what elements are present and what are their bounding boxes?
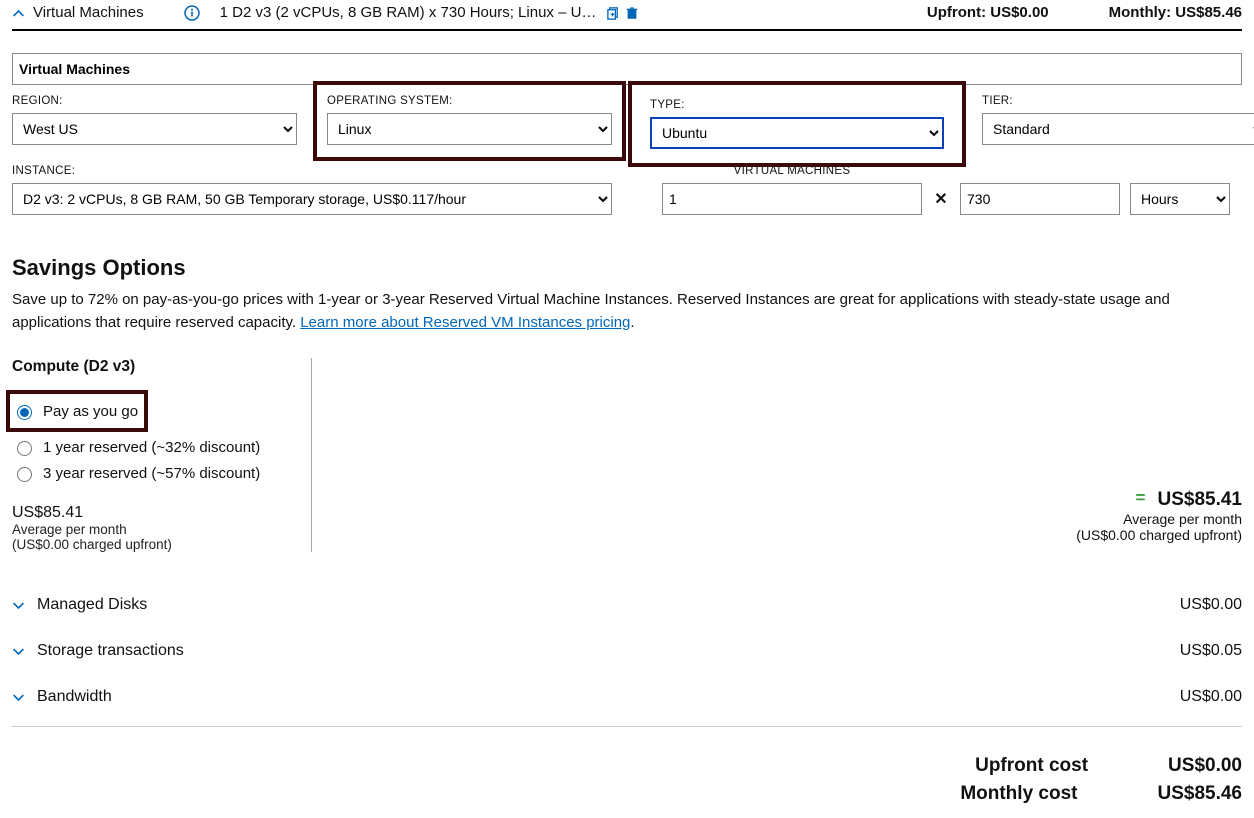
region-select[interactable]: West US bbox=[12, 113, 297, 145]
instance-label: INSTANCE: bbox=[12, 165, 612, 177]
multiply-icon: ✕ bbox=[932, 189, 950, 215]
vm-name-input[interactable] bbox=[12, 53, 1242, 85]
type-label: TYPE: bbox=[650, 99, 944, 111]
vm-count-input[interactable] bbox=[662, 183, 922, 215]
tier-label: TIER: bbox=[982, 95, 1254, 107]
os-field: OPERATING SYSTEM: Linux bbox=[327, 95, 612, 151]
trash-icon[interactable] bbox=[625, 4, 639, 21]
compute-title: Compute (D2 v3) bbox=[12, 358, 291, 376]
accordion-value: US$0.00 bbox=[1180, 688, 1242, 706]
tier-select[interactable]: Standard bbox=[982, 113, 1254, 145]
vm-count-field: VIRTUAL MACHINES bbox=[662, 165, 922, 215]
total-upfront-label: Upfront cost bbox=[975, 755, 1088, 777]
compute-price-left: US$85.41 Average per month (US$0.00 char… bbox=[12, 504, 291, 552]
copy-icon[interactable] bbox=[606, 4, 621, 21]
radio-1yr[interactable] bbox=[17, 441, 32, 456]
monthly-label: Monthly: bbox=[1109, 4, 1171, 21]
hours-input[interactable] bbox=[960, 183, 1120, 215]
price-upfront: (US$0.00 charged upfront) bbox=[12, 537, 291, 552]
option-3yr[interactable]: 3 year reserved (~57% discount) bbox=[12, 462, 291, 484]
chevron-down-icon bbox=[12, 688, 25, 706]
chevron-down-icon bbox=[12, 642, 25, 660]
region-field: REGION: West US bbox=[12, 95, 297, 151]
accordion-value: US$0.05 bbox=[1180, 642, 1242, 660]
header-title: Virtual Machines bbox=[33, 4, 144, 21]
reserved-pricing-link[interactable]: Learn more about Reserved VM Instances p… bbox=[300, 314, 630, 331]
equals-icon: = bbox=[1136, 488, 1146, 507]
total-monthly-value: US$85.46 bbox=[1157, 783, 1242, 805]
hours-unit-field: Hours bbox=[1130, 165, 1230, 215]
header-row: Virtual Machines 1 D2 v3 (2 vCPUs, 8 GB … bbox=[12, 0, 1242, 31]
upfront-value: US$0.00 bbox=[990, 4, 1048, 21]
radio-payg[interactable] bbox=[17, 405, 32, 420]
config-summary-text: 1 D2 v3 (2 vCPUs, 8 GB RAM) x 730 Hours;… bbox=[220, 4, 597, 21]
header-monthly: Monthly: US$85.46 bbox=[1109, 4, 1242, 21]
savings-heading: Savings Options bbox=[12, 255, 1242, 281]
total-upfront-value: US$0.00 bbox=[1168, 755, 1242, 777]
highlight-os: OPERATING SYSTEM: Linux bbox=[313, 81, 626, 161]
type-field: TYPE: Ubuntu bbox=[642, 95, 952, 151]
accordion-storage-transactions[interactable]: Storage transactions US$0.05 bbox=[12, 628, 1242, 674]
option-1yr[interactable]: 1 year reserved (~32% discount) bbox=[12, 436, 291, 458]
savings-description: Save up to 72% on pay-as-you-go prices w… bbox=[12, 289, 1242, 334]
totals: Upfront cost US$0.00 Monthly cost US$85.… bbox=[12, 726, 1242, 805]
type-select[interactable]: Ubuntu bbox=[650, 117, 944, 149]
price-avg: Average per month bbox=[12, 522, 291, 537]
instance-field: INSTANCE: D2 v3: 2 vCPUs, 8 GB RAM, 50 G… bbox=[12, 165, 612, 215]
accordion-managed-disks[interactable]: Managed Disks US$0.00 bbox=[12, 582, 1242, 628]
monthly-value: US$85.46 bbox=[1175, 4, 1242, 21]
cost-accordions: Managed Disks US$0.00 Storage transactio… bbox=[12, 582, 1242, 720]
price-amount: US$85.41 bbox=[12, 504, 291, 522]
price-amount-right: US$85.41 bbox=[1157, 489, 1242, 510]
header-upfront: Upfront: US$0.00 bbox=[927, 4, 1049, 21]
chevron-down-icon bbox=[12, 596, 25, 614]
highlight-payg: Pay as you go bbox=[6, 390, 148, 432]
region-label: REGION: bbox=[12, 95, 297, 107]
hours-unit-select[interactable]: Hours bbox=[1130, 183, 1230, 215]
collapse-icon[interactable] bbox=[12, 5, 25, 21]
os-label: OPERATING SYSTEM: bbox=[327, 95, 612, 107]
os-select[interactable]: Linux bbox=[327, 113, 612, 145]
tier-field: TIER: Standard bbox=[982, 95, 1254, 151]
highlight-type: TYPE: Ubuntu bbox=[628, 81, 966, 167]
compute-right: = US$85.41 Average per month (US$0.00 cha… bbox=[312, 358, 1242, 552]
accordion-bandwidth[interactable]: Bandwidth US$0.00 bbox=[12, 674, 1242, 720]
hours-field bbox=[960, 165, 1120, 215]
option-pay-as-you-go[interactable]: Pay as you go bbox=[12, 400, 138, 422]
price-avg-right: Average per month bbox=[1076, 511, 1242, 527]
instance-select[interactable]: D2 v3: 2 vCPUs, 8 GB RAM, 50 GB Temporar… bbox=[12, 183, 612, 215]
compute-left: Compute (D2 v3) Pay as you go 1 year res… bbox=[12, 358, 312, 552]
radio-3yr[interactable] bbox=[17, 467, 32, 482]
accordion-value: US$0.00 bbox=[1180, 596, 1242, 614]
info-icon[interactable] bbox=[184, 4, 200, 21]
upfront-label: Upfront: bbox=[927, 4, 986, 21]
total-monthly-label: Monthly cost bbox=[960, 783, 1077, 805]
price-upfront-right: (US$0.00 charged upfront) bbox=[1076, 527, 1242, 543]
